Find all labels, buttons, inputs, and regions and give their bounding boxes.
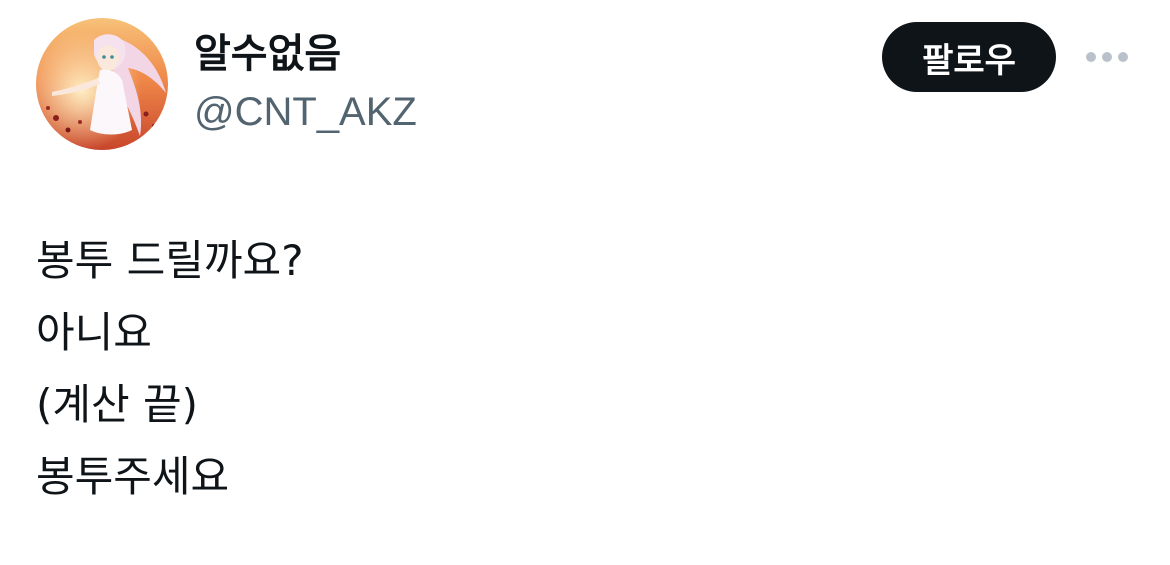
tweet-text: 봉투 드릴까요? 아니요 (계산 끝) 봉투주세요: [36, 225, 1126, 513]
tweet-line: (계산 끝): [36, 380, 199, 429]
tweet-line: 아니요: [36, 308, 152, 357]
follow-button[interactable]: 팔로우: [882, 22, 1056, 92]
more-options-button[interactable]: [1082, 38, 1132, 76]
author-handle[interactable]: @CNT_AKZ: [194, 86, 417, 138]
tweet-card: 알수없음 @CNT_AKZ 팔로우 봉투 드릴까요? 아니요 (계산 끝) 봉투…: [0, 0, 1170, 565]
tweet-line: 봉투주세요: [36, 452, 230, 501]
author-display-name[interactable]: 알수없음: [194, 26, 341, 82]
follow-button-label: 팔로우: [922, 40, 1016, 81]
tweet-line: 봉투 드릴까요?: [36, 236, 304, 285]
avatar[interactable]: [36, 18, 168, 150]
more-horizontal-icon: [1086, 52, 1128, 62]
avatar-image: [36, 18, 168, 150]
